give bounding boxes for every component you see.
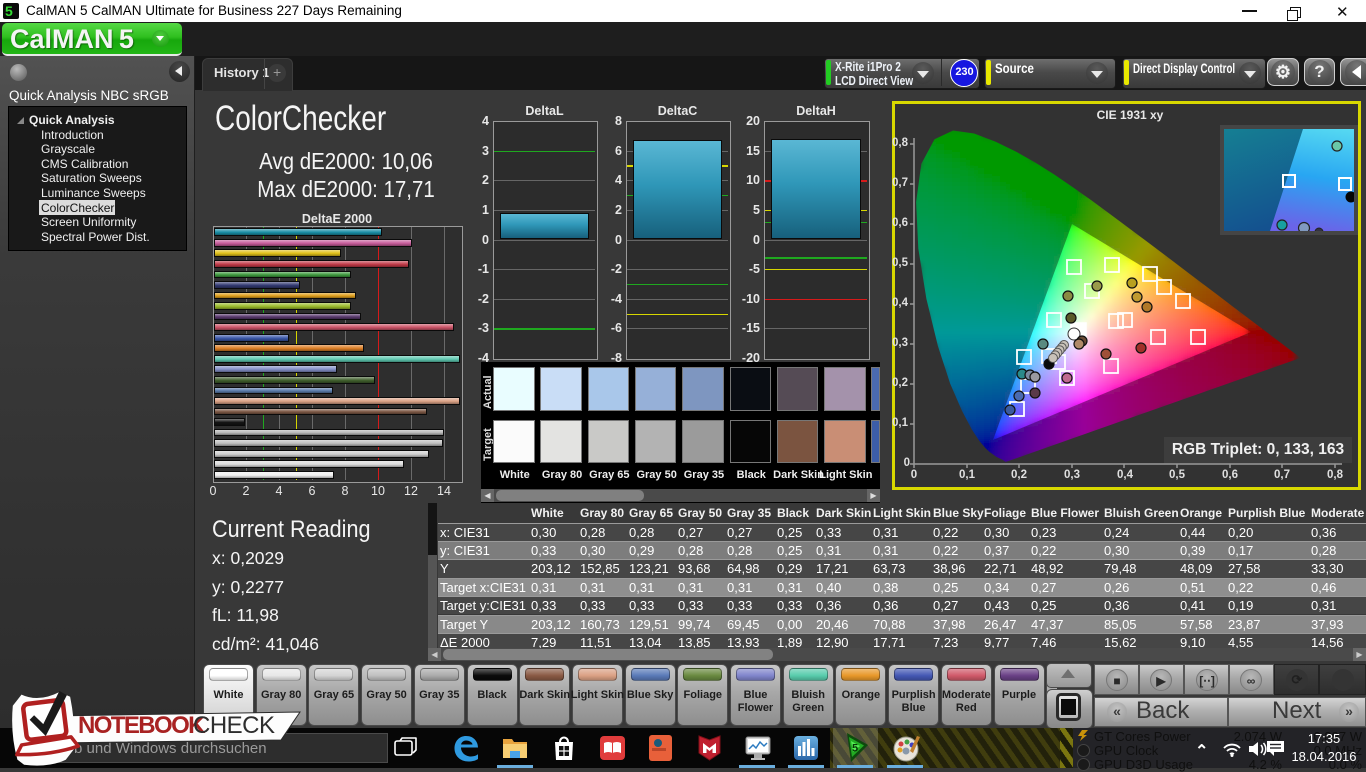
svg-text:5: 5 — [852, 743, 858, 755]
svg-text:NOTEBOOK: NOTEBOOK — [78, 712, 206, 739]
svg-text:CHECK: CHECK — [193, 712, 275, 739]
